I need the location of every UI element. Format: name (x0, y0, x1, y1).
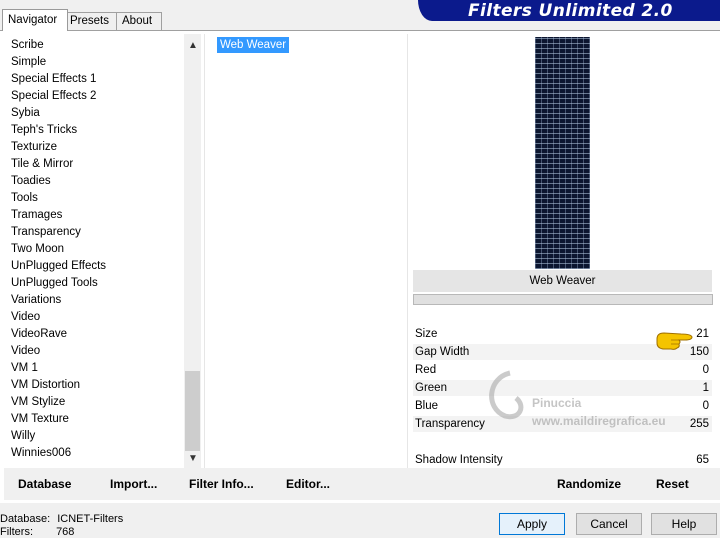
filter-info-button[interactable]: Filter Info... (189, 474, 254, 494)
param-label: Green (415, 382, 447, 394)
param-value: 1 (702, 382, 709, 394)
param-value: 0 (702, 364, 709, 376)
tab-presets[interactable]: Presets (64, 12, 118, 30)
help-button[interactable]: Help (651, 513, 717, 535)
category-item[interactable]: Scribe (11, 37, 44, 54)
category-item[interactable]: Special Effects 2 (11, 88, 96, 105)
tab-label: Presets (70, 15, 109, 27)
category-item[interactable]: VM Distortion (11, 377, 80, 394)
category-item[interactable]: Video (11, 309, 40, 326)
status-database: Database: ICNET-Filters (0, 513, 123, 525)
param-label: Red (415, 364, 437, 376)
randomize-button[interactable]: Randomize (557, 474, 621, 494)
param-value: 65 (696, 454, 709, 466)
status-filters-label: Filters: (0, 526, 33, 538)
apply-button[interactable]: Apply (499, 513, 565, 535)
category-item[interactable]: Winnies006 (11, 445, 71, 462)
status-filters: Filters: 768 (0, 526, 74, 538)
param-value: 21 (696, 328, 709, 340)
category-item[interactable]: Teph's Tricks (11, 122, 77, 139)
status-database-value: ICNET-Filters (57, 513, 124, 525)
category-item[interactable]: Texturize (11, 139, 57, 156)
scroll-down-icon[interactable]: ▼ (188, 454, 198, 464)
preview-image (535, 37, 590, 269)
filter-item-selected[interactable]: Web Weaver (217, 37, 290, 53)
category-item[interactable]: Two Moon (11, 241, 64, 258)
param-transparency[interactable]: Transparency 255 (413, 416, 712, 432)
category-item[interactable]: Simple (11, 54, 46, 71)
category-item[interactable]: Sybia (11, 105, 40, 122)
category-scrollbar[interactable]: ▲ ▼ (184, 34, 201, 468)
tab-bar: Navigator Presets About Filters Unlimite… (0, 0, 720, 31)
category-item[interactable]: Tools (11, 190, 38, 207)
scroll-up-icon[interactable]: ▲ (188, 41, 198, 51)
category-item[interactable]: Special Effects 1 (11, 71, 96, 88)
category-item[interactable]: VM Stylize (11, 394, 65, 411)
category-item[interactable]: UnPlugged Effects (11, 258, 106, 275)
category-item[interactable]: VM 1 (11, 360, 38, 377)
category-item[interactable]: Transparency (11, 224, 81, 241)
category-item[interactable]: Willy (11, 428, 35, 445)
pointing-hand-icon (656, 332, 693, 350)
progress-bar (413, 294, 713, 305)
divider (204, 34, 205, 468)
divider (407, 34, 408, 468)
param-blue[interactable]: Blue 0 (413, 398, 712, 414)
status-database-label: Database: (0, 513, 51, 525)
param-value: 255 (689, 418, 709, 430)
category-item[interactable]: Toadies (11, 173, 51, 190)
param-green[interactable]: Green 1 (413, 380, 712, 396)
category-item[interactable]: Tile & Mirror (11, 156, 73, 173)
tab-about[interactable]: About (116, 12, 162, 30)
category-list[interactable]: Scribe Simple Special Effects 1 Special Eff… (4, 34, 184, 468)
param-label: Gap Width (415, 346, 470, 358)
filter-list[interactable]: Web Weaver (214, 34, 404, 468)
scroll-thumb[interactable] (185, 371, 200, 451)
category-item[interactable]: VM Texture (11, 411, 69, 428)
tab-label: Navigator (8, 14, 58, 26)
category-item[interactable]: Video (11, 343, 40, 360)
param-value: 0 (702, 400, 709, 412)
editor-button[interactable]: Editor... (286, 474, 330, 494)
preview-filter-name: Web Weaver (413, 270, 712, 292)
category-item[interactable]: UnPlugged Tools (11, 275, 98, 292)
param-shadow-intensity[interactable]: Shadow Intensity 65 (413, 452, 712, 468)
cancel-button[interactable]: Cancel (576, 513, 642, 535)
import-button[interactable]: Import... (110, 474, 157, 494)
param-label: Shadow Intensity (415, 454, 503, 466)
reset-button[interactable]: Reset (656, 474, 689, 494)
param-red[interactable]: Red 0 (413, 362, 712, 378)
tab-label: About (122, 15, 153, 27)
category-item[interactable]: Tramages (11, 207, 62, 224)
app-title: Filters Unlimited 2.0 (468, 1, 673, 21)
category-item[interactable]: VideoRave (11, 326, 67, 343)
tab-navigator[interactable]: Navigator (2, 9, 68, 31)
param-label: Blue (415, 400, 439, 412)
category-item[interactable]: Variations (11, 292, 61, 309)
param-label: Transparency (415, 418, 485, 430)
status-filters-value: 768 (56, 526, 75, 538)
param-label: Size (415, 328, 438, 340)
database-button[interactable]: Database (18, 474, 71, 494)
